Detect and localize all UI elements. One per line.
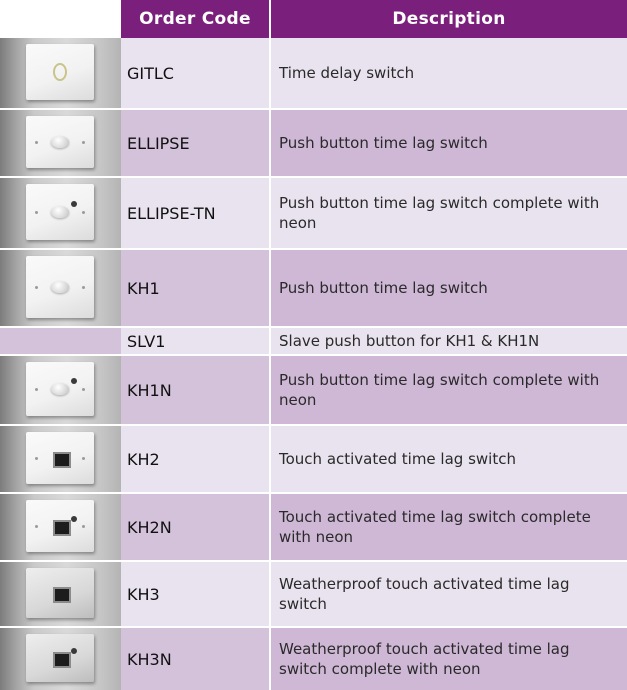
- push-button-neon-switch-photo: [0, 356, 121, 424]
- weatherproof-touch-switch-photo: [0, 562, 121, 626]
- product-image-cell: [0, 356, 121, 424]
- neon-indicator-icon: [71, 378, 77, 385]
- product-image-cell: [0, 562, 121, 626]
- weatherproof-touch-neon-switch-photo: [0, 628, 121, 690]
- push-button-switch-photo: [0, 110, 121, 176]
- description: Slave push button for KH1 & KH1N: [271, 328, 627, 354]
- touch-neon-switch-photo: [0, 494, 121, 560]
- table-row: KH1 Push button time lag switch: [0, 250, 627, 326]
- description: Weatherproof touch activated time lag sw…: [271, 628, 627, 690]
- order-code: KH1N: [121, 356, 269, 424]
- table-row: GITLC Time delay switch: [0, 38, 627, 108]
- product-image-cell: [0, 426, 121, 492]
- order-code: KH2: [121, 426, 269, 492]
- description: Weatherproof touch activated time lag sw…: [271, 562, 627, 626]
- empty-image-cell: [0, 328, 121, 354]
- table-row: ELLIPSE Push button time lag switch: [0, 110, 627, 176]
- push-button-icon: [51, 383, 69, 395]
- push-button-icon: [51, 206, 69, 218]
- round-dial-switch-photo: [0, 38, 121, 108]
- header-description: Description: [271, 0, 627, 38]
- order-code: SLV1: [121, 328, 269, 354]
- table-row: KH2N Touch activated time lag switch com…: [0, 494, 627, 560]
- neon-indicator-icon: [71, 200, 77, 207]
- order-code: ELLIPSE: [121, 110, 269, 176]
- table-row: KH1N Push button time lag switch complet…: [0, 356, 627, 424]
- product-image-cell: [0, 628, 121, 690]
- push-button-icon: [51, 136, 69, 148]
- touch-pad-icon: [53, 652, 71, 668]
- table-row: KH3 Weatherproof touch activated time la…: [0, 562, 627, 626]
- description: Touch activated time lag switch complete…: [271, 494, 627, 560]
- touch-pad-icon: [53, 587, 71, 603]
- table-row: KH2 Touch activated time lag switch: [0, 426, 627, 492]
- order-code: KH3N: [121, 628, 269, 690]
- description: Push button time lag switch complete wit…: [271, 178, 627, 248]
- header-order-code: Order Code: [121, 0, 269, 38]
- order-code: KH1: [121, 250, 269, 326]
- description: Touch activated time lag switch: [271, 426, 627, 492]
- neon-indicator-icon: [71, 515, 77, 522]
- product-image-cell: [0, 110, 121, 176]
- order-code: ELLIPSE-TN: [121, 178, 269, 248]
- description: Time delay switch: [271, 38, 627, 108]
- product-image-cell: [0, 38, 121, 108]
- neon-indicator-icon: [71, 648, 77, 655]
- description: Push button time lag switch: [271, 250, 627, 326]
- description: Push button time lag switch: [271, 110, 627, 176]
- push-button-icon: [51, 281, 69, 293]
- dial-icon: [53, 63, 67, 81]
- order-code-table: Order Code Description GITLC Time delay …: [0, 0, 627, 690]
- order-code: GITLC: [121, 38, 269, 108]
- order-code: KH3: [121, 562, 269, 626]
- table-row: ELLIPSE-TN Push button time lag switch c…: [0, 178, 627, 248]
- product-image-cell: [0, 250, 121, 326]
- product-image-cell: [0, 494, 121, 560]
- table-row: KH3N Weatherproof touch activated time l…: [0, 628, 627, 690]
- table-row: SLV1 Slave push button for KH1 & KH1N: [0, 328, 627, 354]
- description: Push button time lag switch complete wit…: [271, 356, 627, 424]
- push-button-neon-switch-photo: [0, 178, 121, 248]
- push-button-switch-photo: [0, 250, 121, 326]
- touch-pad-icon: [53, 452, 71, 468]
- touch-pad-icon: [53, 520, 71, 536]
- product-image-cell: [0, 178, 121, 248]
- order-code: KH2N: [121, 494, 269, 560]
- touch-switch-photo: [0, 426, 121, 492]
